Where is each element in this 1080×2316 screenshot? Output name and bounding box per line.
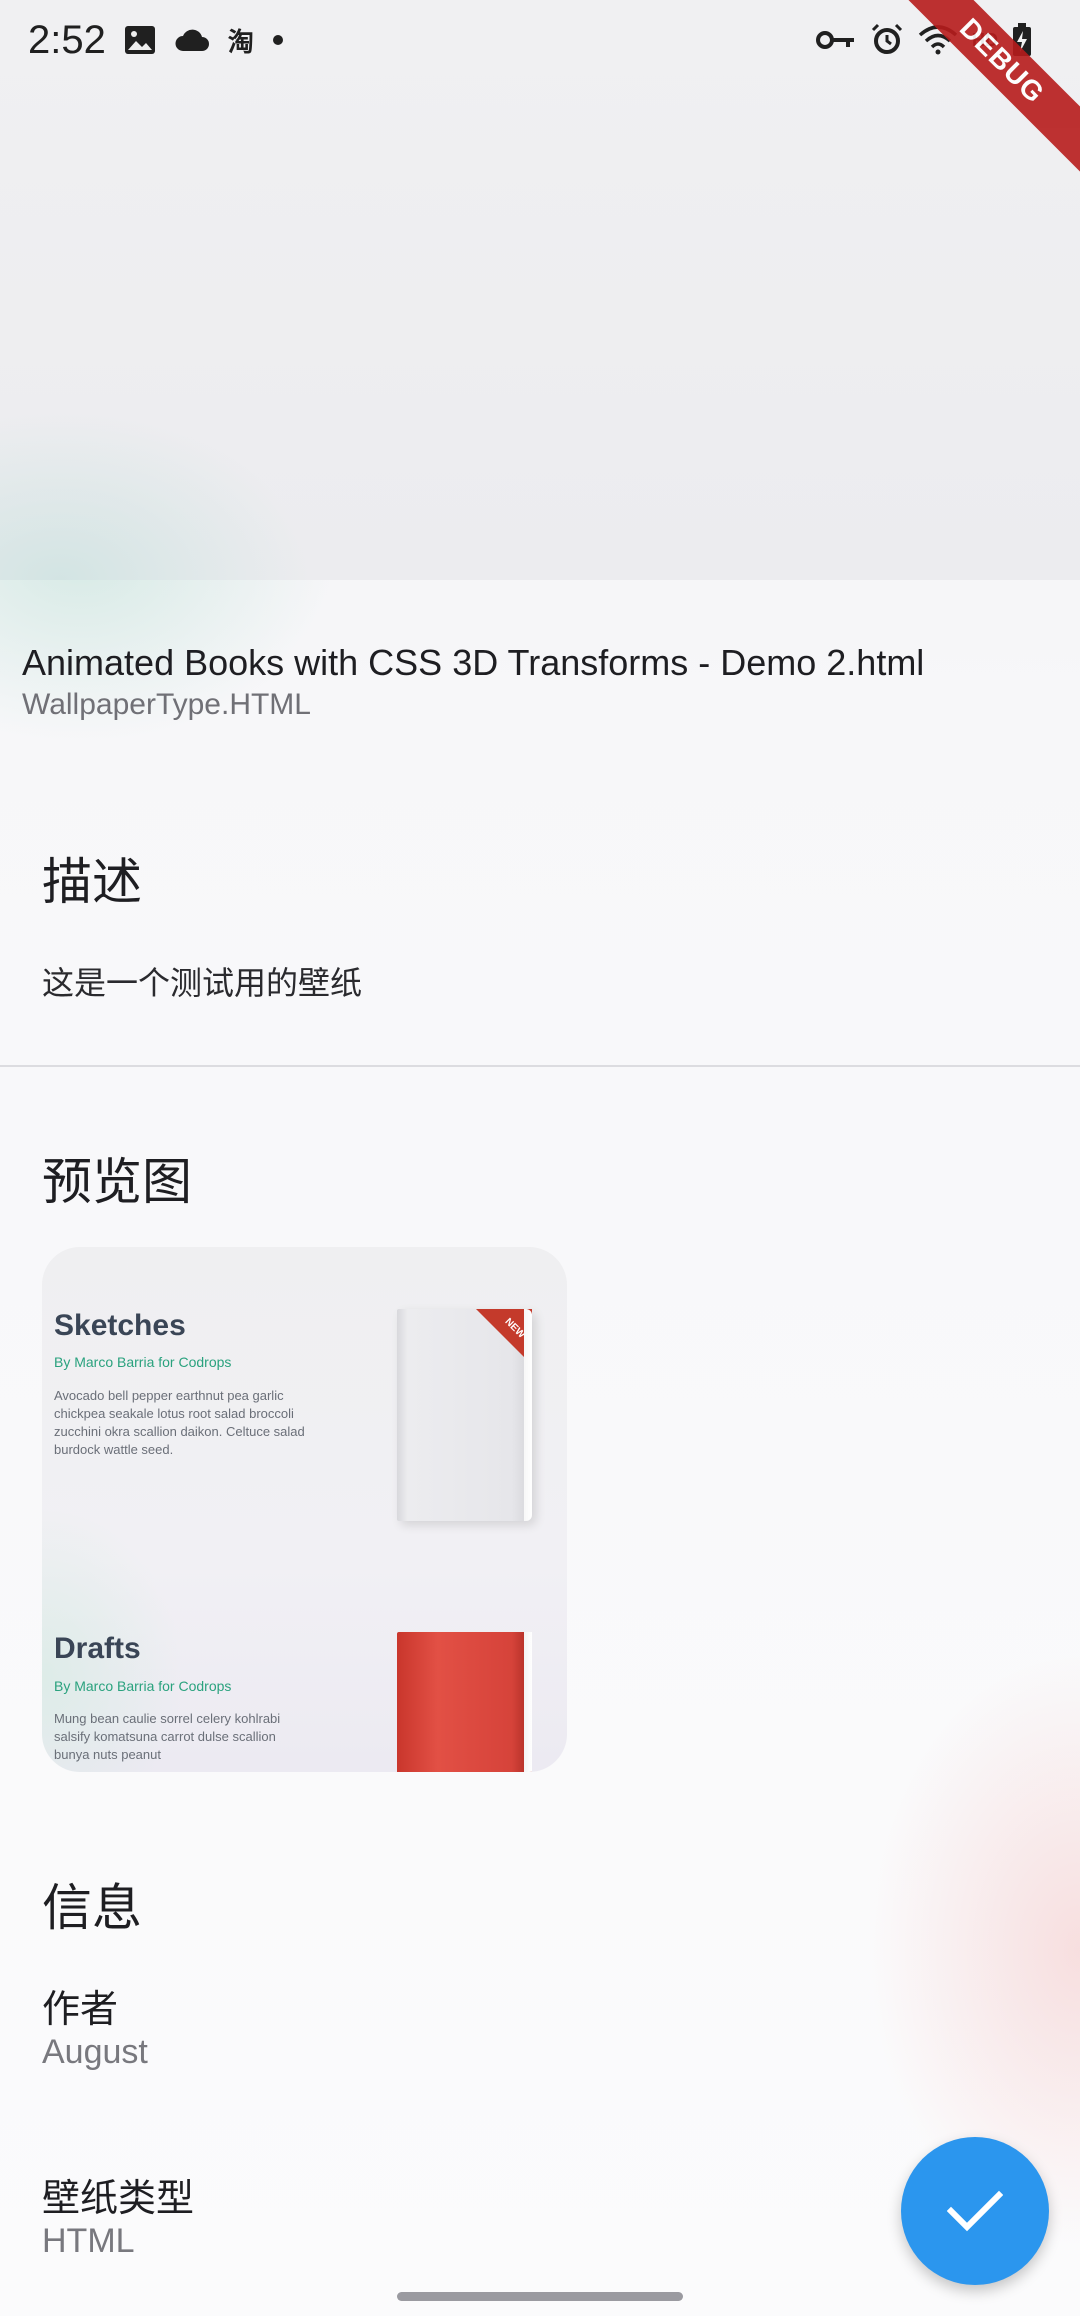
status-bar: 2:52 淘 HD [0, 0, 1080, 80]
alarm-icon [870, 23, 904, 57]
author-label: 作者 [42, 1989, 119, 2031]
wallpaper-title: Animated Books with CSS 3D Transforms - … [22, 642, 925, 683]
wallpaper-title-block: Animated Books with CSS 3D Transforms - … [22, 642, 924, 722]
wallpaper-live-preview [0, 0, 1080, 580]
preview-book-description: Mung bean caulie sorrel celery kohlrabi … [54, 1711, 281, 1762]
preview-book-title: Drafts [54, 1632, 141, 1665]
preview-book-author: By Marco Barria for Codrops [54, 1354, 232, 1370]
preview-book-title: Sketches [54, 1309, 186, 1342]
key-icon [816, 29, 856, 51]
preview-heading: 预览图 [42, 1154, 192, 1210]
author-value: August [42, 2033, 148, 2071]
preview-book-description: Avocado bell pepper earthnut pea garlic … [54, 1388, 305, 1457]
check-icon [947, 2190, 1003, 2232]
preview-book-author: By Marco Barria for Codrops [54, 1678, 232, 1694]
wallpaper-type: WallpaperType.HTML [22, 688, 311, 721]
wallpaper-type-label: 壁纸类型 [42, 2178, 195, 2220]
info-heading: 信息 [42, 1880, 142, 1936]
book-cover-red [397, 1632, 532, 1772]
home-indicator[interactable] [397, 2292, 683, 2301]
description-heading: 描述 [42, 854, 142, 910]
divider [0, 1065, 1080, 1067]
preview-image[interactable]: Sketches By Marco Barria for Codrops Avo… [42, 1247, 567, 1772]
confirm-button[interactable] [901, 2137, 1049, 2285]
cloud-icon [174, 28, 210, 52]
dot-icon [272, 34, 284, 46]
book-cover-white: NEW [397, 1309, 532, 1521]
description-text: 这是一个测试用的壁纸 [42, 965, 363, 1001]
wallpaper-type-value: HTML [42, 2222, 135, 2260]
new-ribbon [476, 1309, 532, 1365]
image-icon [124, 25, 156, 55]
taobao-icon: 淘 [227, 26, 254, 57]
status-time: 2:52 [28, 17, 106, 62]
